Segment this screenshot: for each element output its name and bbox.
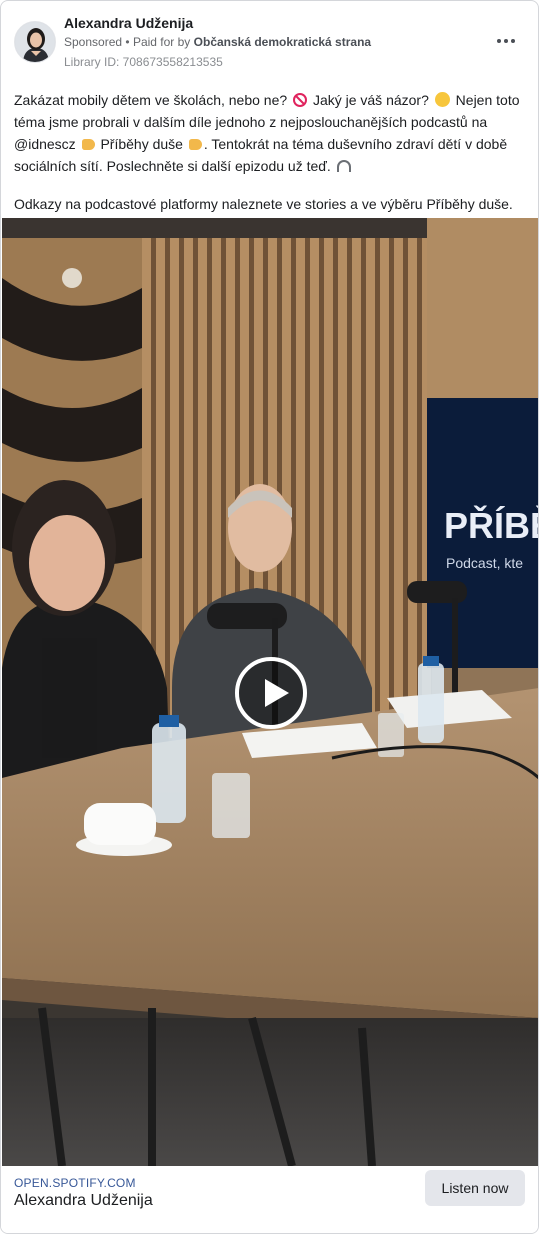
advertiser-avatar[interactable] (14, 21, 56, 63)
play-button[interactable] (235, 657, 307, 729)
play-icon (265, 679, 289, 707)
screen-subtitle: Podcast, kte (446, 555, 523, 571)
ad-paragraph-2: Odkazy na podcastové platformy naleznete… (14, 196, 513, 212)
listen-now-button[interactable]: Listen now (425, 1170, 525, 1206)
advertiser-name[interactable]: Alexandra Udženija (64, 15, 193, 31)
text-part-2: Jaký je váš názor? (312, 92, 429, 108)
more-options-button[interactable] (494, 31, 518, 51)
paid-for-by-name[interactable]: Občanská demokratická strana (194, 35, 371, 49)
video-media[interactable]: PŘÍBĚ Podcast, kte (2, 218, 539, 1166)
text-part-1: Zakázat mobily dětem ve školách, nebo ne… (14, 92, 288, 108)
no-entry-emoji-icon (293, 93, 308, 107)
ad-paragraph-1: Zakázat mobily dětem ve školách, nebo ne… (14, 89, 526, 177)
ad-header: Alexandra Udženija Sponsored • Paid for … (1, 1, 538, 79)
more-horizontal-icon (497, 39, 515, 43)
sponsored-line: Sponsored • Paid for by Občanská demokra… (64, 35, 371, 49)
link-footer[interactable]: OPEN.SPOTIFY.COM Alexandra Udženija List… (1, 1166, 538, 1233)
avatar-photo (15, 22, 55, 62)
thinking-face-emoji-icon (434, 92, 450, 107)
sponsored-label: Sponsored (64, 35, 123, 49)
library-id: Library ID: 708673558213535 (64, 55, 223, 69)
link-title[interactable]: Alexandra Udženija (14, 1192, 153, 1210)
ad-card: Alexandra Udženija Sponsored • Paid for … (0, 0, 539, 1234)
pointing-hand-emoji-icon (81, 139, 95, 150)
headphones-emoji-icon (336, 160, 351, 172)
ad-body-text: Zakázat mobily dětem ve školách, nebo ne… (14, 89, 526, 215)
separator-dot: • (125, 35, 130, 49)
link-domain[interactable]: OPEN.SPOTIFY.COM (14, 1176, 136, 1190)
text-part-4: Příběhy duše (100, 136, 183, 152)
waving-hand-emoji-icon (188, 139, 202, 150)
screen-title: PŘÍBĚ (444, 504, 539, 546)
paid-for-prefix: Paid for by (132, 35, 191, 49)
